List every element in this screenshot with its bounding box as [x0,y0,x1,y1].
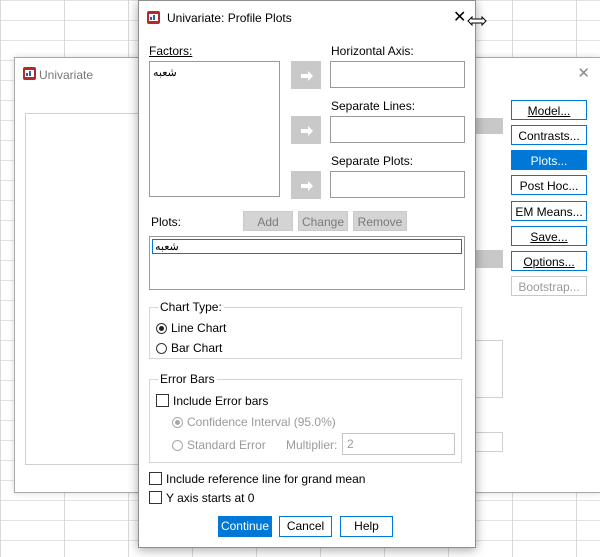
multiplier-label: Multiplier: [286,438,338,452]
move-to-separate-plots-button[interactable] [291,171,321,199]
standard-error-radio [172,440,183,451]
reference-line-label[interactable]: Include reference line for grand mean [166,472,365,486]
window-title: Univariate [39,68,94,82]
variables-list[interactable] [25,113,147,465]
cancel-button-label: Cancel [286,519,325,533]
cancel-button[interactable]: Cancel [279,516,332,537]
right-arrow-icon [301,181,313,191]
chart-type-group: Chart Type: Line Chart Bar Chart [149,300,462,359]
add-button-label: Add [257,215,279,229]
change-button: Change [298,211,348,231]
plots-button[interactable]: Plots... [511,150,587,170]
move-to-horizontal-axis-button[interactable] [291,61,321,89]
standard-error-label: Standard Error [187,438,266,452]
list-header-strip-2 [475,250,503,268]
options-button[interactable]: Options... [511,251,587,271]
line-chart-label[interactable]: Line Chart [171,321,226,335]
save-button-label: Save... [530,230,568,244]
factors-list[interactable]: شعبه [149,61,280,197]
help-button[interactable]: Help [340,516,393,537]
separate-plots-label: Separate Plots: [331,154,414,168]
error-bars-group: Error Bars Include Error bars Confidence… [149,372,462,463]
add-button: Add [243,211,293,231]
model-button[interactable]: Model... [511,100,587,120]
list-box[interactable] [475,340,503,398]
dialog-title: Univariate: Profile Plots [167,11,292,25]
horizontal-axis-field[interactable] [330,61,465,88]
right-arrow-icon [301,126,313,136]
bar-chart-label[interactable]: Bar Chart [171,341,222,355]
horizontal-axis-label: Horizontal Axis: [331,44,414,58]
em-means-button[interactable]: EM Means... [511,201,587,221]
multiplier-value: 2 [347,437,354,451]
plots-button-label: Plots... [530,154,568,168]
factors-label: Factors: [149,44,192,58]
help-button-label: Help [354,519,379,533]
continue-button-label: Continue [220,519,270,533]
y-axis-zero-label[interactable]: Y axis starts at 0 [166,491,254,505]
separate-lines-label: Separate Lines: [331,99,416,113]
plots-list-item[interactable]: شعبه [152,239,462,254]
close-icon[interactable]: ✕ [453,7,466,27]
continue-button[interactable]: Continue [218,516,272,537]
right-arrow-icon [301,71,313,81]
line-chart-radio[interactable] [156,323,167,334]
plots-label: Plots: [151,215,182,229]
profile-plots-dialog: Univariate: Profile Plots ✕ Factors: شعب… [138,0,487,548]
move-to-separate-lines-button[interactable] [291,116,321,144]
y-axis-zero-checkbox[interactable] [149,491,162,504]
spss-app-icon [147,11,160,24]
separate-lines-field[interactable] [330,116,465,143]
spss-app-icon [23,67,36,80]
factor-item[interactable]: شعبه [153,66,177,79]
close-icon[interactable]: ✕ [577,64,590,82]
resize-cursor-icon [467,16,487,26]
remove-button: Remove [353,211,407,231]
bootstrap-button: Bootstrap... [511,276,587,296]
change-button-label: Change [301,215,345,229]
plots-list[interactable]: شعبه [149,236,465,290]
list-header-strip [475,118,503,134]
weight-field[interactable] [475,432,503,452]
separate-plots-field[interactable] [330,171,465,198]
em-means-button-label: EM Means... [515,205,583,219]
post-hoc-button-label: Post Hoc... [519,179,579,193]
chart-type-title: Chart Type: [158,300,224,314]
include-error-bars-checkbox[interactable] [156,394,169,407]
factors-label-text: Factors: [149,44,193,58]
error-bars-title: Error Bars [158,372,217,386]
reference-line-checkbox[interactable] [149,472,162,485]
confidence-interval-radio [172,417,183,428]
multiplier-field: 2 [342,433,455,455]
contrasts-button[interactable]: Contrasts... [511,125,587,145]
bootstrap-button-label: Bootstrap... [518,280,580,294]
post-hoc-button[interactable]: Post Hoc... [511,175,587,195]
contrasts-button-label: Contrasts... [518,129,580,143]
remove-button-label: Remove [357,215,403,229]
options-button-label: Options... [523,255,575,269]
dialog-titlebar: Univariate: Profile Plots ✕ [139,1,487,33]
confidence-interval-label: Confidence Interval (95.0%) [187,415,336,429]
save-button[interactable]: Save... [511,226,587,246]
include-error-bars-label[interactable]: Include Error bars [173,394,268,408]
model-button-label: Model... [527,104,571,118]
bar-chart-radio[interactable] [156,343,167,354]
